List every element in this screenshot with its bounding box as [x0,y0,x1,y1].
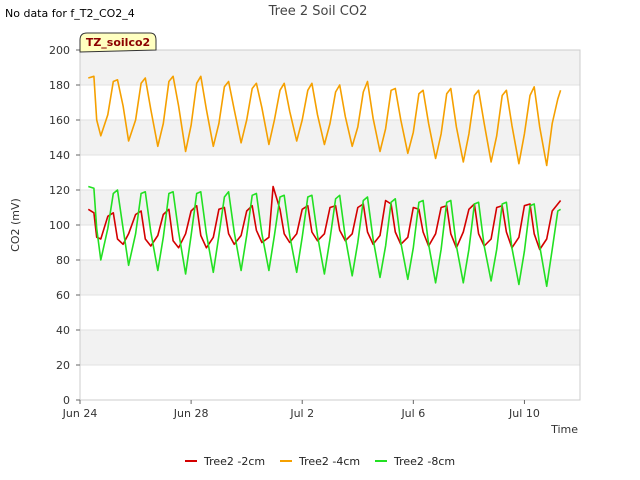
y-tick-label-60: 60 [56,289,70,302]
band-60 [80,260,580,295]
y-tick-label-20: 20 [56,359,70,372]
y-tick-label-80: 80 [56,254,70,267]
band-20 [80,330,580,365]
x-tick-label-2: Jul 2 [289,407,314,420]
y-tick-label-0: 0 [63,394,70,407]
legend-label-1: Tree2 -4cm [298,455,360,468]
y-tick-label-100: 100 [49,219,70,232]
co2-chart: Tree 2 Soil CO2 0 20 40 60 80 100 120 140 160 180… [9,4,581,468]
x-tick-label-0: Jun 24 [62,407,98,420]
x-axis-ticks: Jun 24 Jun 28 Jul 2 Jul 6 Jul 10 [62,400,540,420]
x-tick-label-4: Jul 10 [508,407,540,420]
badge: TZ_soilco2 [79,32,157,53]
legend: Tree2 -2cm Tree2 -4cm Tree2 -8cm [185,455,455,468]
legend-label-0: Tree2 -2cm [203,455,265,468]
band-180 [80,50,580,85]
legend-label-2: Tree2 -8cm [393,455,455,468]
y-tick-label-180: 180 [49,79,70,92]
y-tick-label-40: 40 [56,324,70,337]
series-lines [87,75,562,288]
x-axis-label: Time [550,423,578,436]
x-tick-label-1: Jun 28 [173,407,209,420]
chart-title: Tree 2 Soil CO2 [268,4,368,19]
x-tick-label-3: Jul 6 [400,407,425,420]
y-axis-ticks: 0 20 40 60 80 100 120 140 160 180 200 [49,44,80,407]
badge-label: TZ_soilco2 [86,36,150,49]
y-tick-label-120: 120 [49,184,70,197]
y-tick-label-160: 160 [49,114,70,127]
y-tick-label-140: 140 [49,149,70,162]
y-tick-label-200: 200 [49,44,70,57]
y-axis-label: CO2 (mV) [9,198,22,252]
